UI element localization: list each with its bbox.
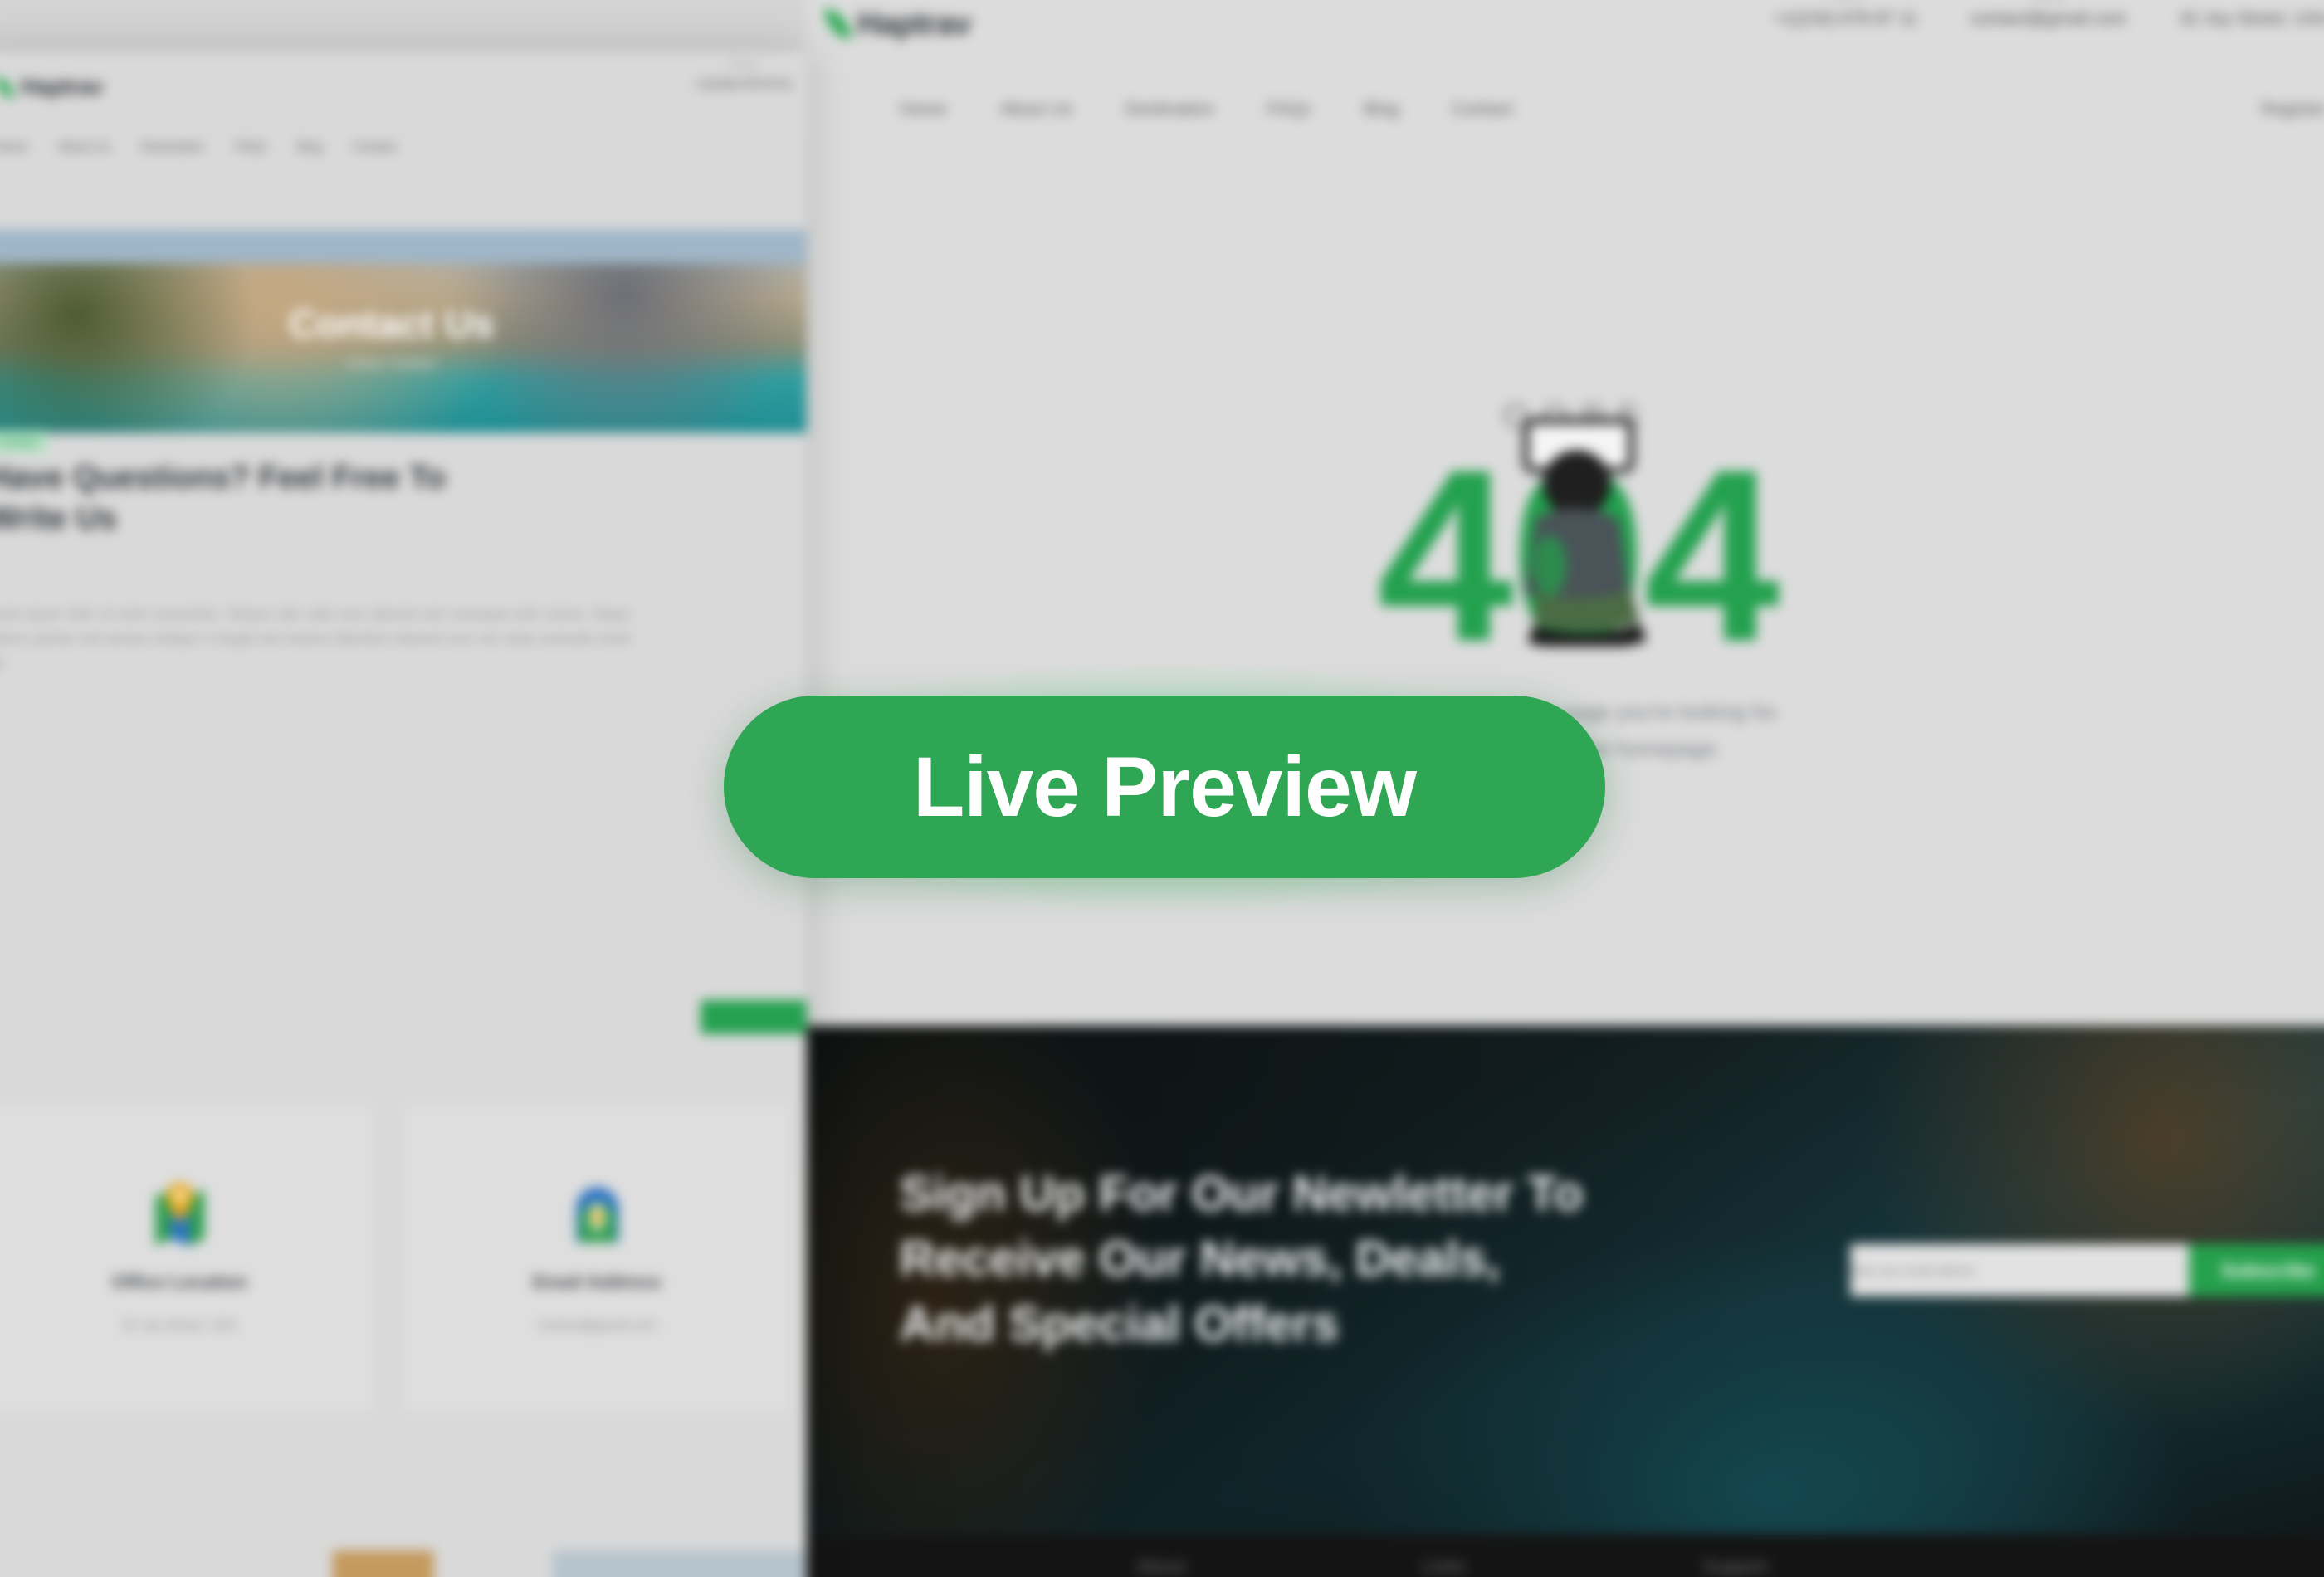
contact-email-label: Email: [1970, 0, 2126, 2]
newsletter-form: Subscribe: [1850, 1243, 2324, 1296]
newsletter-heading: Sign Up For Our Newletter To Receive Our…: [899, 1165, 1584, 1352]
main-site-nav-list: Home About Us Destination FAQs Blog Cont…: [900, 99, 1513, 119]
main-site-contact-bar: Phone +1(234) 678 87 11 Email contact@gm…: [1773, 0, 2324, 29]
cp-nav-item-about-us[interactable]: About Us: [58, 140, 110, 154]
contact-item-address: 32 Joy Street, USA: [2179, 2, 2324, 29]
contact-card-office-title: Office Location: [111, 1271, 247, 1292]
contact-page-topbar: Haptrav Phone +1(234) 678 8711: [0, 52, 807, 127]
nav-item-about-us[interactable]: About Us: [999, 99, 1072, 119]
footer-col-support[interactable]: Support: [1703, 1555, 1769, 1577]
live-preview-button[interactable]: Live Preview: [724, 696, 1605, 878]
contact-info-cards: Office Location 32 Joy Street, USA Email…: [0, 1106, 790, 1411]
leaf-icon: [0, 74, 15, 100]
contact-card-email-value: contact@gmail.com: [537, 1318, 657, 1333]
live-preview-button-label: Live Preview: [912, 739, 1417, 834]
contact-phone-label: Phone: [1773, 0, 1917, 2]
newsletter-email-input[interactable]: [1850, 1243, 2190, 1296]
contact-page-hero: Contact Us Home / Contact: [0, 229, 807, 433]
main-site-logo-text: Haptrav: [857, 6, 971, 42]
contact-item-phone: Phone +1(234) 678 87 11: [1773, 0, 1917, 29]
contact-item-email: Email contact@gmail.com: [1970, 0, 2126, 29]
main-site-topbar: Haptrav Phone +1(234) 678 87 11 Email co…: [806, 0, 2324, 80]
hero-title: Contact Us: [288, 301, 495, 346]
cp-nav-item-blog[interactable]: Blog: [297, 140, 323, 154]
contact-page-contact-bar: Phone +1(234) 678 8711: [693, 59, 793, 92]
footer-col-about[interactable]: About: [1136, 1555, 1185, 1577]
contact-card-office: Office Location 32 Joy Street, USA: [0, 1106, 373, 1411]
leaf-icon: [823, 5, 852, 43]
person-illustration-icon: [1522, 417, 1647, 647]
contact-email-value[interactable]: contact@gmail.com: [1970, 9, 2126, 29]
contact-form-submit-button[interactable]: [701, 1000, 807, 1034]
cp-nav-item-contact[interactable]: Contact: [353, 140, 397, 154]
map-location-icon: [154, 1183, 204, 1246]
contact-address-value: 32 Joy Street, USA: [2179, 8, 2324, 29]
contact-card-office-value: 32 Joy Street, USA: [121, 1318, 237, 1333]
main-site-navbar: Home About Us Destination FAQs Blog Cont…: [806, 79, 2324, 138]
contact-page-logo-text: Haptrav: [21, 74, 104, 100]
footer-columns: About Links Support: [807, 1555, 2324, 1577]
nav-item-destination[interactable]: Destination: [1125, 99, 1214, 119]
nav-item-contact[interactable]: Contact: [1452, 99, 1513, 119]
nav-register-button[interactable]: Register: [2261, 99, 2324, 119]
contact-phone-value[interactable]: +1(234) 678 87 11: [1773, 9, 1917, 29]
nav-item-home[interactable]: Home: [900, 99, 947, 119]
email-envelope-icon: [575, 1187, 618, 1243]
contact-page-navbar: Home About Us Destination FAQs Blog Cont…: [0, 126, 807, 167]
hero-breadcrumb: Home / Contact: [347, 356, 436, 372]
contact-page-phone-value[interactable]: +1(234) 678 8711: [693, 77, 793, 91]
cp-nav-item-faqs[interactable]: FAQs: [235, 140, 266, 154]
contact-page-heading: Have Questions? Feel Free To Write Us: [0, 460, 447, 536]
main-site-footer: About Links Support: [806, 1533, 2324, 1577]
cp-nav-item-home[interactable]: Home: [0, 140, 27, 154]
newsletter-section: Sign Up For Our Newletter To Receive Our…: [806, 1025, 2324, 1534]
main-site-logo[interactable]: Haptrav: [823, 5, 971, 43]
contact-page-phone-label: Phone: [728, 58, 758, 71]
contact-page-logo[interactable]: Haptrav: [0, 74, 104, 100]
contact-page-bottom-strip: [0, 1550, 807, 1577]
newsletter-subscribe-button[interactable]: Subscribe: [2189, 1243, 2324, 1296]
cp-nav-item-destination[interactable]: Destination: [141, 140, 205, 154]
footer-col-links[interactable]: Links: [1423, 1555, 1466, 1577]
contact-page-nav-list: Home About Us Destination FAQs Blog Cont…: [0, 140, 397, 154]
error-404-section: OOPS 404 We couldn't find the page you'r…: [806, 138, 2324, 1026]
template-preview-screenshot: Haptrav Phone +1(234) 678 87 11 Email co…: [0, 0, 2324, 1577]
nav-item-faqs[interactable]: FAQs: [1267, 99, 1311, 119]
contact-page-preview: Haptrav Phone +1(234) 678 8711 Home Abou…: [0, 51, 807, 1577]
contact-page-paragraph: Lorem ipsum dolor sit amet consectetur. …: [0, 607, 631, 671]
contact-card-email-title: Email Address: [532, 1271, 662, 1292]
contact-card-email: Email Address contact@gmail.com: [404, 1106, 790, 1411]
contact-badge: Contact: [0, 431, 49, 453]
nav-item-blog[interactable]: Blog: [1364, 99, 1399, 119]
